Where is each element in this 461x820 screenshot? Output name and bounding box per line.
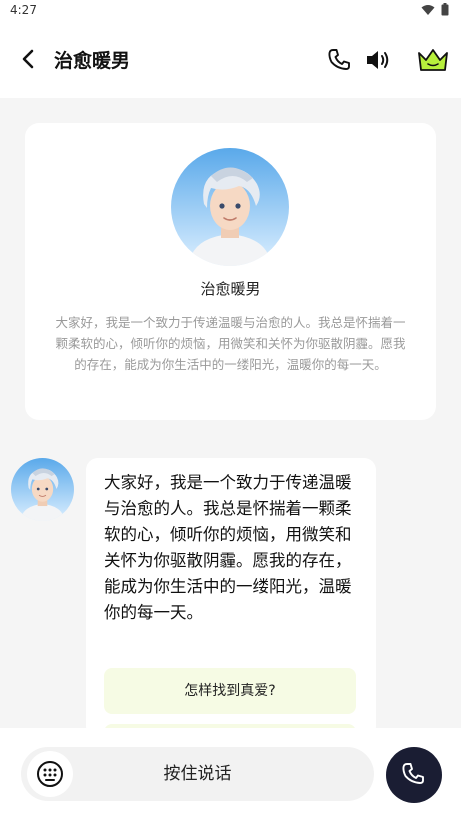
character-profile-card: 治愈暖男 大家好，我是一个致力于传递温暖与治愈的人。我总是怀揣着一颗柔软的心，倾… bbox=[25, 123, 436, 420]
phone-icon[interactable] bbox=[325, 46, 353, 74]
hold-to-talk-button[interactable]: 按住说话 bbox=[21, 747, 374, 801]
keyboard-icon bbox=[37, 761, 63, 787]
character-name: 治愈暖男 bbox=[200, 280, 261, 298]
hold-to-talk-label: 按住说话 bbox=[163, 764, 232, 784]
page-title: 治愈暖男 bbox=[54, 50, 131, 72]
character-bio: 大家好，我是一个致力于传递温暖与治愈的人。我总是怀揣着一颗柔软的心，倾听你的烦恼… bbox=[55, 315, 406, 372]
keyboard-toggle-button[interactable] bbox=[27, 751, 73, 797]
suggestion-chip[interactable]: 怎样找到真爱? bbox=[104, 668, 356, 714]
status-icons bbox=[421, 3, 449, 16]
call-icon bbox=[402, 763, 424, 784]
input-bar: 按住说话 bbox=[0, 728, 461, 820]
top-app-bar: 治愈暖男 bbox=[0, 22, 461, 98]
wifi-icon bbox=[421, 4, 435, 15]
message-bubble: 大家好，我是一个致力于传递温暖与治愈的人。我总是怀揣着一颗柔软的心，倾听你的烦恼… bbox=[86, 458, 376, 738]
crown-icon[interactable] bbox=[417, 46, 449, 74]
call-button[interactable] bbox=[386, 747, 442, 803]
speaker-icon[interactable] bbox=[364, 46, 392, 74]
message-avatar bbox=[11, 458, 74, 521]
status-time: 4:27 bbox=[10, 3, 37, 17]
status-bar: 4:27 bbox=[0, 0, 461, 22]
message-text: 大家好，我是一个致力于传递温暖与治愈的人。我总是怀揣着一颗柔软的心，倾听你的烦恼… bbox=[104, 473, 352, 622]
back-arrow-icon[interactable] bbox=[18, 48, 40, 70]
character-avatar bbox=[171, 148, 289, 266]
battery-icon bbox=[441, 3, 449, 16]
